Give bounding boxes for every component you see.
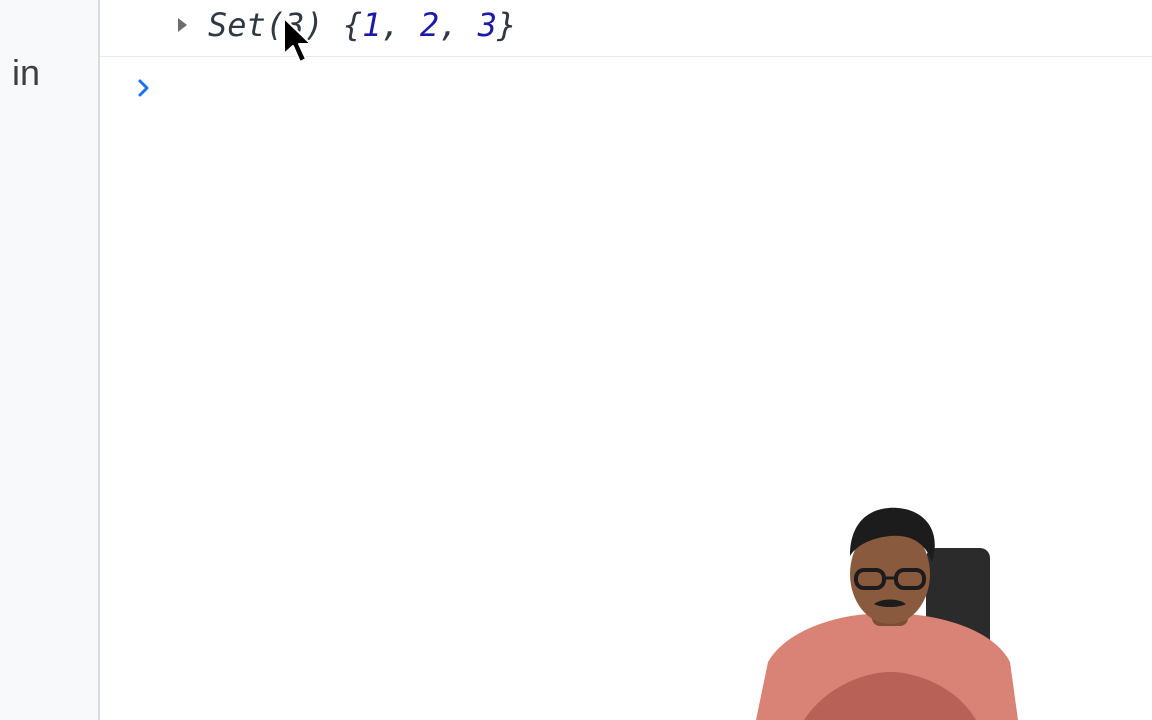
left-panel: in: [0, 0, 100, 720]
set-separator-2: ,: [439, 6, 478, 44]
webcam-overlay: [756, 507, 1018, 720]
set-value-2: 2: [419, 6, 440, 44]
expand-triangle-icon[interactable]: [178, 18, 187, 32]
left-panel-text: in: [12, 52, 41, 93]
set-value-1: 1: [362, 6, 382, 44]
console-log-row[interactable]: Set(3) {1, 2, 3}: [100, 0, 1152, 57]
chevron-right-icon: [138, 79, 149, 97]
mouse-pointer-icon: [283, 17, 312, 63]
screen: in Set(3) {1, 2, 3}: [0, 0, 1152, 720]
set-suffix: }: [496, 6, 517, 44]
console-log-text[interactable]: Set(3) {1, 2, 3}: [208, 6, 516, 44]
set-value-3: 3: [477, 6, 497, 44]
console-prompt-input[interactable]: [100, 66, 1152, 110]
set-separator-1: ,: [381, 6, 420, 44]
